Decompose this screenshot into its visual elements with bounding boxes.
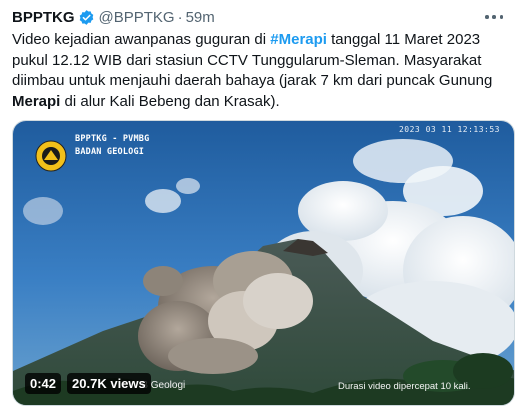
video-player[interactable]: BPPTKG - PVMBG BADAN GEOLOGI 2023 03 11 … <box>12 120 515 406</box>
tweet-text-line: Video kejadian awanpanas guguran di #Mer… <box>12 30 507 51</box>
tweet-text-line: pukul 12.12 WIB dari stasiun CCTV Tunggu… <box>12 51 482 69</box>
more-options-icon[interactable] <box>483 9 505 25</box>
badan-geologi-logo <box>35 140 67 172</box>
author-display-name[interactable]: BPPTKG <box>12 9 75 26</box>
text-bold-segment: Merapi <box>12 92 61 110</box>
video-frame <box>13 121 514 405</box>
org-line: BPPTKG - PVMBG <box>75 134 150 144</box>
more-dot <box>499 15 503 19</box>
author-handle[interactable]: @BPPTKG <box>99 9 175 26</box>
text-segment: di alur Kali Bebeng dan Krasak). <box>60 92 280 110</box>
video-view-count: 20.7K views <box>67 373 151 394</box>
tweet-text: Video kejadian awanpanas guguran di #Mer… <box>12 30 507 112</box>
separator-dot: · <box>177 8 183 26</box>
tweet-text-line: Merapi di alur Kali Bebeng dan Krasak). <box>12 92 507 113</box>
verified-badge-icon <box>79 9 93 25</box>
tweet-card[interactable]: BPPTKG @BPPTKG · 59m Video kejadian awan… <box>0 0 517 413</box>
text-segment: tanggal 11 Maret 2023 <box>326 31 481 48</box>
tweet-text-line: diimbau untuk menjauhi daerah bahaya (ja… <box>12 72 493 89</box>
tweet-timestamp[interactable]: 59m <box>186 9 215 26</box>
more-dot <box>485 15 489 19</box>
more-dot <box>492 15 496 19</box>
org-line: BADAN GEOLOGI <box>75 147 145 157</box>
video-speed-note: Durasi video dipercepat 10 kali. <box>338 381 471 392</box>
video-org-label: BPPTKG - PVMBG BADAN GEOLOGI <box>75 133 149 159</box>
video-timestamp-overlay: 2023 03 11 12:13:53 <box>398 125 500 134</box>
hashtag-link[interactable]: #Merapi <box>270 31 327 48</box>
text-segment: Video kejadian awanpanas guguran di <box>12 31 271 48</box>
video-info-pills: 0:42 20.7K views <box>25 373 151 394</box>
video-duration: 0:42 <box>25 373 62 394</box>
tweet-header: BPPTKG @BPPTKG · 59m <box>12 7 215 27</box>
